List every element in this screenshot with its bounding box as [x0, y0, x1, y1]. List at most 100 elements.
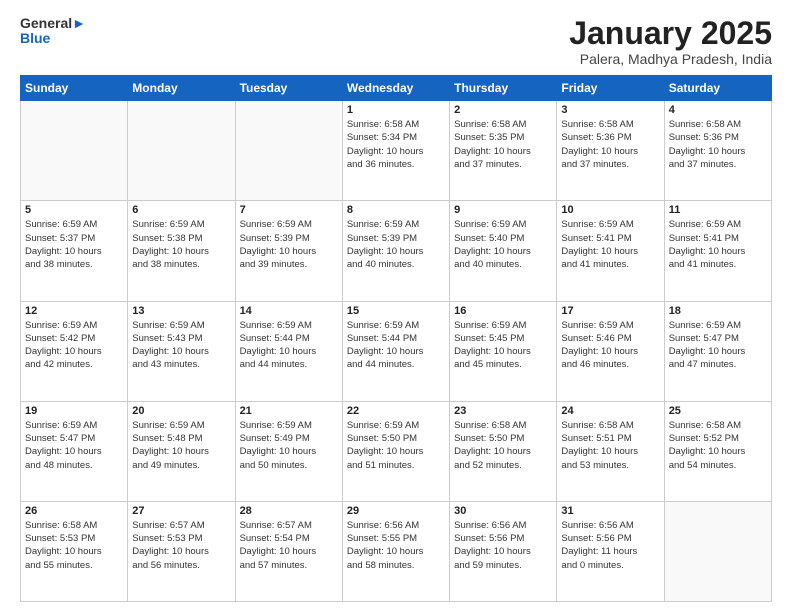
header-row: SundayMondayTuesdayWednesdayThursdayFrid… [21, 76, 772, 101]
calendar-cell: 7 Sunrise: 6:59 AM Sunset: 5:39 PM Daylig… [235, 201, 342, 301]
month-title: January 2025 [569, 16, 772, 51]
day-info: Sunrise: 6:59 AM Sunset: 5:39 PM Dayligh… [240, 218, 338, 271]
calendar-cell: 8Sunrise: 6:59 AM Sunset: 5:39 PM Daylig… [342, 201, 449, 301]
day-info: Sunrise: 6:58 AM Sunset: 5:51 PM Dayligh… [561, 419, 659, 472]
calendar-cell: 14 Sunrise: 6:59 AM Sunset: 5:44 PM Dayli… [235, 301, 342, 401]
day-info: Sunrise: 6:59 AM Sunset: 5:44 PM Dayligh… [347, 319, 445, 372]
day-number: 17 [561, 305, 659, 317]
day-number: 22 [347, 405, 445, 417]
day-info: Sunrise: 6:59 AM Sunset: 5:50 PM Dayligh… [347, 419, 445, 472]
day-number: 28 [240, 505, 338, 517]
calendar-cell: 12Sunrise: 6:59 AM Sunset: 5:42 PM Dayli… [21, 301, 128, 401]
day-info: Sunrise: 6:56 AM Sunset: 5:56 PM Dayligh… [454, 519, 552, 572]
day-info: Sunrise: 6:59 AM Sunset: 5:49 PM Dayligh… [240, 419, 338, 472]
calendar-cell: 16 Sunrise: 6:59 AM Sunset: 5:45 PM Dayli… [450, 301, 557, 401]
day-info: Sunrise: 6:59 AM Sunset: 5:38 PM Dayligh… [132, 218, 230, 271]
col-header-friday: Friday [557, 76, 664, 101]
day-info: Sunrise: 6:58 AM Sunset: 5:53 PM Dayligh… [25, 519, 123, 572]
day-info: Sunrise: 6:59 AM Sunset: 5:37 PM Dayligh… [25, 218, 123, 271]
day-info: Sunrise: 6:57 AM Sunset: 5:53 PM Dayligh… [132, 519, 230, 572]
day-info: Sunrise: 6:59 AM Sunset: 5:45 PM Dayligh… [454, 319, 552, 372]
calendar-cell: 21 Sunrise: 6:59 AM Sunset: 5:49 PM Dayli… [235, 401, 342, 501]
day-number: 13 [132, 305, 230, 317]
calendar-cell: 15 Sunrise: 6:59 AM Sunset: 5:44 PM Dayli… [342, 301, 449, 401]
day-info: Sunrise: 6:59 AM Sunset: 5:47 PM Dayligh… [25, 419, 123, 472]
day-number: 24 [561, 405, 659, 417]
logo-blue: Blue [20, 31, 86, 46]
day-info: Sunrise: 6:57 AM Sunset: 5:54 PM Dayligh… [240, 519, 338, 572]
day-number: 19 [25, 405, 123, 417]
calendar-cell: 9 Sunrise: 6:59 AM Sunset: 5:40 PM Daylig… [450, 201, 557, 301]
day-info: Sunrise: 6:59 AM Sunset: 5:41 PM Dayligh… [669, 218, 767, 271]
calendar-cell: 28 Sunrise: 6:57 AM Sunset: 5:54 PM Dayli… [235, 501, 342, 601]
calendar-cell: 19 Sunrise: 6:59 AM Sunset: 5:47 PM Dayli… [21, 401, 128, 501]
logo: General► Blue [20, 16, 86, 47]
day-number: 18 [669, 305, 767, 317]
col-header-monday: Monday [128, 76, 235, 101]
day-info: Sunrise: 6:56 AM Sunset: 5:55 PM Dayligh… [347, 519, 445, 572]
calendar-cell: 25 Sunrise: 6:58 AM Sunset: 5:52 PM Dayli… [664, 401, 771, 501]
calendar-cell: 30 Sunrise: 6:56 AM Sunset: 5:56 PM Dayli… [450, 501, 557, 601]
week-row-5: 26 Sunrise: 6:58 AM Sunset: 5:53 PM Dayli… [21, 501, 772, 601]
day-number: 16 [454, 305, 552, 317]
col-header-saturday: Saturday [664, 76, 771, 101]
day-number: 8 [347, 204, 445, 216]
calendar-cell: 22 Sunrise: 6:59 AM Sunset: 5:50 PM Dayli… [342, 401, 449, 501]
day-number: 10 [561, 204, 659, 216]
calendar-cell: 18 Sunrise: 6:59 AM Sunset: 5:47 PM Dayli… [664, 301, 771, 401]
calendar-cell: 3Sunrise: 6:58 AM Sunset: 5:36 PM Daylig… [557, 101, 664, 201]
col-header-thursday: Thursday [450, 76, 557, 101]
calendar-cell: 17 Sunrise: 6:59 AM Sunset: 5:46 PM Dayli… [557, 301, 664, 401]
calendar-cell: 11 Sunrise: 6:59 AM Sunset: 5:41 PM Dayli… [664, 201, 771, 301]
calendar-cell: 13 Sunrise: 6:59 AM Sunset: 5:43 PM Dayli… [128, 301, 235, 401]
calendar-cell: 26 Sunrise: 6:58 AM Sunset: 5:53 PM Dayli… [21, 501, 128, 601]
day-number: 12 [25, 305, 123, 317]
day-number: 4 [669, 104, 767, 116]
day-info: Sunrise: 6:58 AM Sunset: 5:34 PM Dayligh… [347, 118, 445, 171]
day-info: Sunrise: 6:59 AM Sunset: 5:48 PM Dayligh… [132, 419, 230, 472]
day-info: Sunrise: 6:59 AM Sunset: 5:44 PM Dayligh… [240, 319, 338, 372]
day-number: 11 [669, 204, 767, 216]
day-info: Sunrise: 6:58 AM Sunset: 5:52 PM Dayligh… [669, 419, 767, 472]
day-number: 1 [347, 104, 445, 116]
day-number: 30 [454, 505, 552, 517]
day-number: 3 [561, 104, 659, 116]
day-info: Sunrise: 6:59 AM Sunset: 5:46 PM Dayligh… [561, 319, 659, 372]
day-info: Sunrise: 6:59 AM Sunset: 5:47 PM Dayligh… [669, 319, 767, 372]
day-number: 29 [347, 505, 445, 517]
day-number: 23 [454, 405, 552, 417]
week-row-4: 19 Sunrise: 6:59 AM Sunset: 5:47 PM Dayli… [21, 401, 772, 501]
day-info: Sunrise: 6:58 AM Sunset: 5:50 PM Dayligh… [454, 419, 552, 472]
calendar-cell [664, 501, 771, 601]
day-number: 6 [132, 204, 230, 216]
calendar-cell: 5Sunrise: 6:59 AM Sunset: 5:37 PM Daylig… [21, 201, 128, 301]
week-row-3: 12Sunrise: 6:59 AM Sunset: 5:42 PM Dayli… [21, 301, 772, 401]
day-number: 14 [240, 305, 338, 317]
title-section: January 2025 Palera, Madhya Pradesh, Ind… [569, 16, 772, 67]
calendar-cell: 6 Sunrise: 6:59 AM Sunset: 5:38 PM Daylig… [128, 201, 235, 301]
calendar-cell: 27 Sunrise: 6:57 AM Sunset: 5:53 PM Dayli… [128, 501, 235, 601]
calendar-cell: 31Sunrise: 6:56 AM Sunset: 5:56 PM Dayli… [557, 501, 664, 601]
location: Palera, Madhya Pradesh, India [569, 51, 772, 67]
calendar-cell: 29 Sunrise: 6:56 AM Sunset: 5:55 PM Dayli… [342, 501, 449, 601]
calendar-cell: 23 Sunrise: 6:58 AM Sunset: 5:50 PM Dayli… [450, 401, 557, 501]
day-number: 20 [132, 405, 230, 417]
day-number: 7 [240, 204, 338, 216]
day-number: 26 [25, 505, 123, 517]
day-number: 25 [669, 405, 767, 417]
day-info: Sunrise: 6:56 AM Sunset: 5:56 PM Dayligh… [561, 519, 659, 572]
day-number: 27 [132, 505, 230, 517]
calendar-cell: 24 Sunrise: 6:58 AM Sunset: 5:51 PM Dayli… [557, 401, 664, 501]
day-number: 9 [454, 204, 552, 216]
calendar-cell: 10 Sunrise: 6:59 AM Sunset: 5:41 PM Dayli… [557, 201, 664, 301]
col-header-tuesday: Tuesday [235, 76, 342, 101]
day-number: 15 [347, 305, 445, 317]
day-number: 21 [240, 405, 338, 417]
logo-general: General► [20, 16, 86, 31]
page: General► Blue January 2025 Palera, Madhy… [0, 0, 792, 612]
week-row-2: 5Sunrise: 6:59 AM Sunset: 5:37 PM Daylig… [21, 201, 772, 301]
day-info: Sunrise: 6:58 AM Sunset: 5:36 PM Dayligh… [669, 118, 767, 171]
day-info: Sunrise: 6:59 AM Sunset: 5:41 PM Dayligh… [561, 218, 659, 271]
day-info: Sunrise: 6:59 AM Sunset: 5:43 PM Dayligh… [132, 319, 230, 372]
day-info: Sunrise: 6:59 AM Sunset: 5:40 PM Dayligh… [454, 218, 552, 271]
